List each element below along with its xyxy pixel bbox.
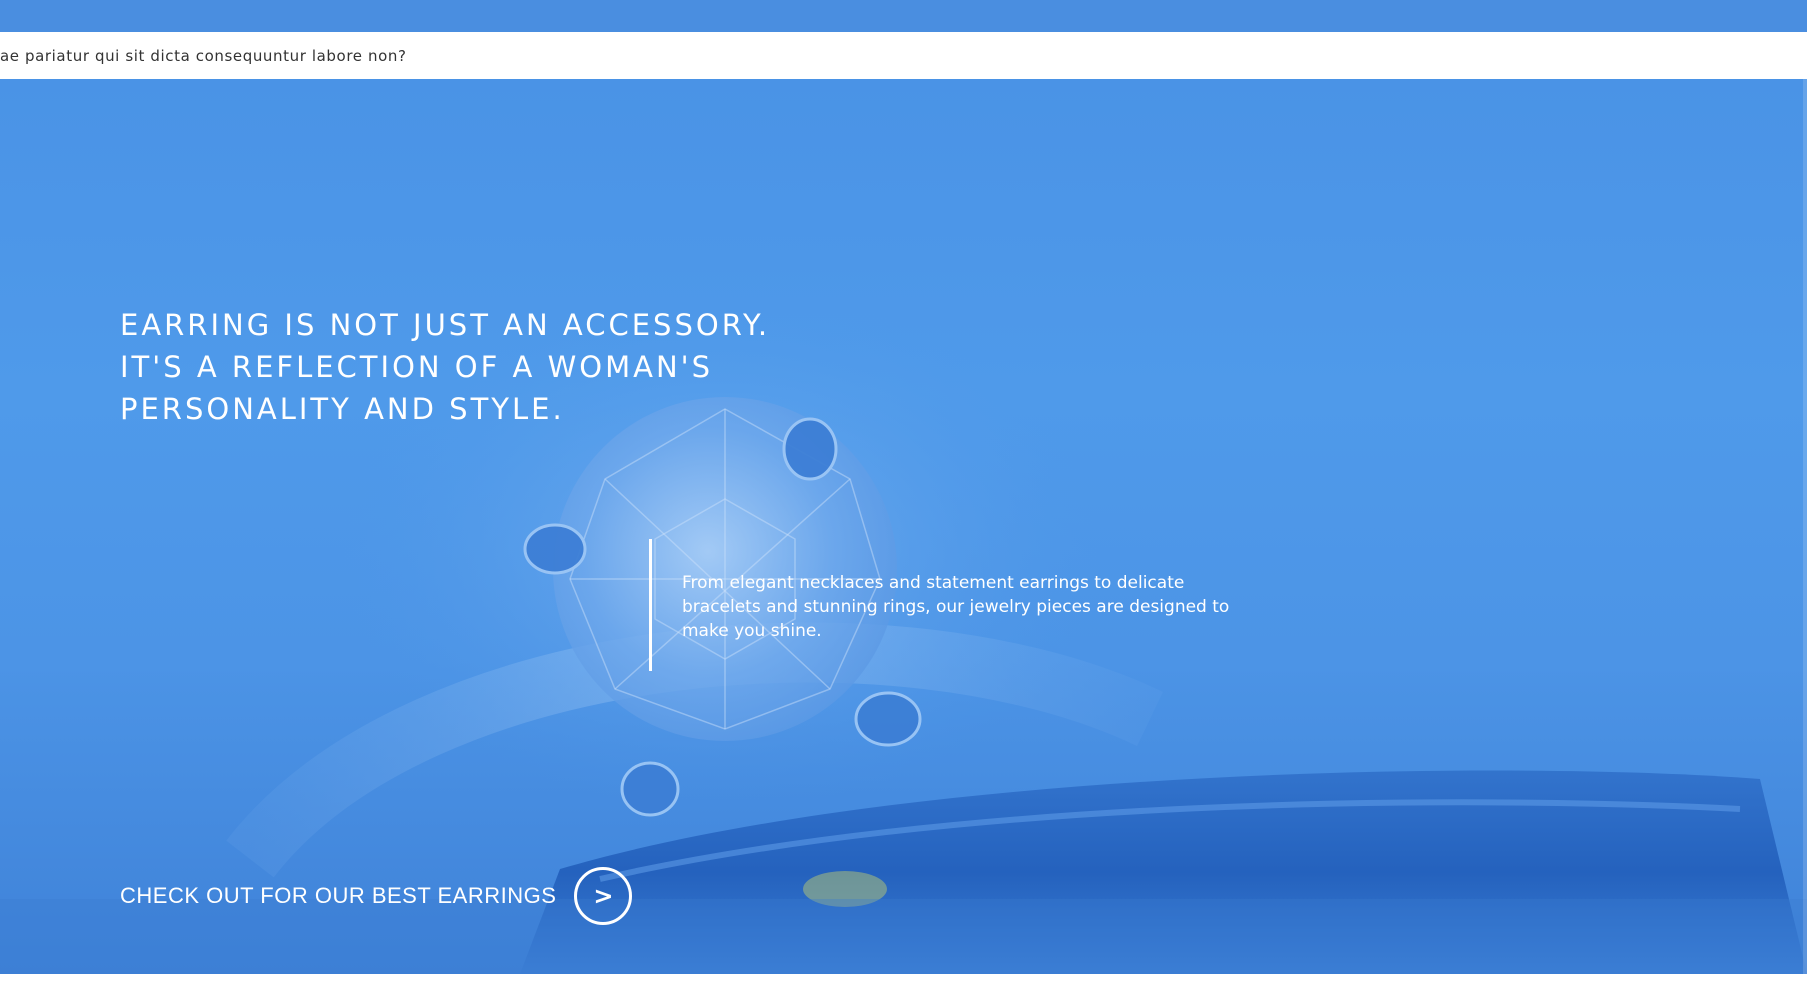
check-out-earrings-link[interactable]: CHECK OUT FOR OUR BEST EARRINGS > (120, 867, 633, 925)
announcement-ticker: ae pariatur qui sit dicta consequuntur l… (0, 32, 1807, 79)
top-bar (0, 0, 1807, 32)
scrollbar-track (1803, 32, 1807, 974)
hero-headline: EARRING IS NOT JUST AN ACCESSORY. IT'S A… (120, 304, 880, 430)
bottom-strip (0, 974, 1807, 995)
hero-description: From elegant necklaces and statement ear… (682, 573, 1230, 641)
headline-line-3: PERSONALITY AND STYLE. (120, 392, 565, 426)
diamond-ring-photo (0, 289, 1807, 974)
vertical-divider (649, 539, 652, 671)
cta-label: CHECK OUT FOR OUR BEST EARRINGS (120, 883, 557, 908)
ticker-text: ae pariatur qui sit dicta consequuntur l… (0, 47, 407, 65)
hero-section: EARRING IS NOT JUST AN ACCESSORY. IT'S A… (0, 79, 1807, 974)
page: ae pariatur qui sit dicta consequuntur l… (0, 0, 1807, 995)
arrow-right-icon[interactable]: > (574, 867, 633, 925)
headline-line-1: EARRING IS NOT JUST AN ACCESSORY. (120, 308, 771, 342)
headline-line-2: IT'S A REFLECTION OF A WOMAN'S (120, 350, 714, 384)
